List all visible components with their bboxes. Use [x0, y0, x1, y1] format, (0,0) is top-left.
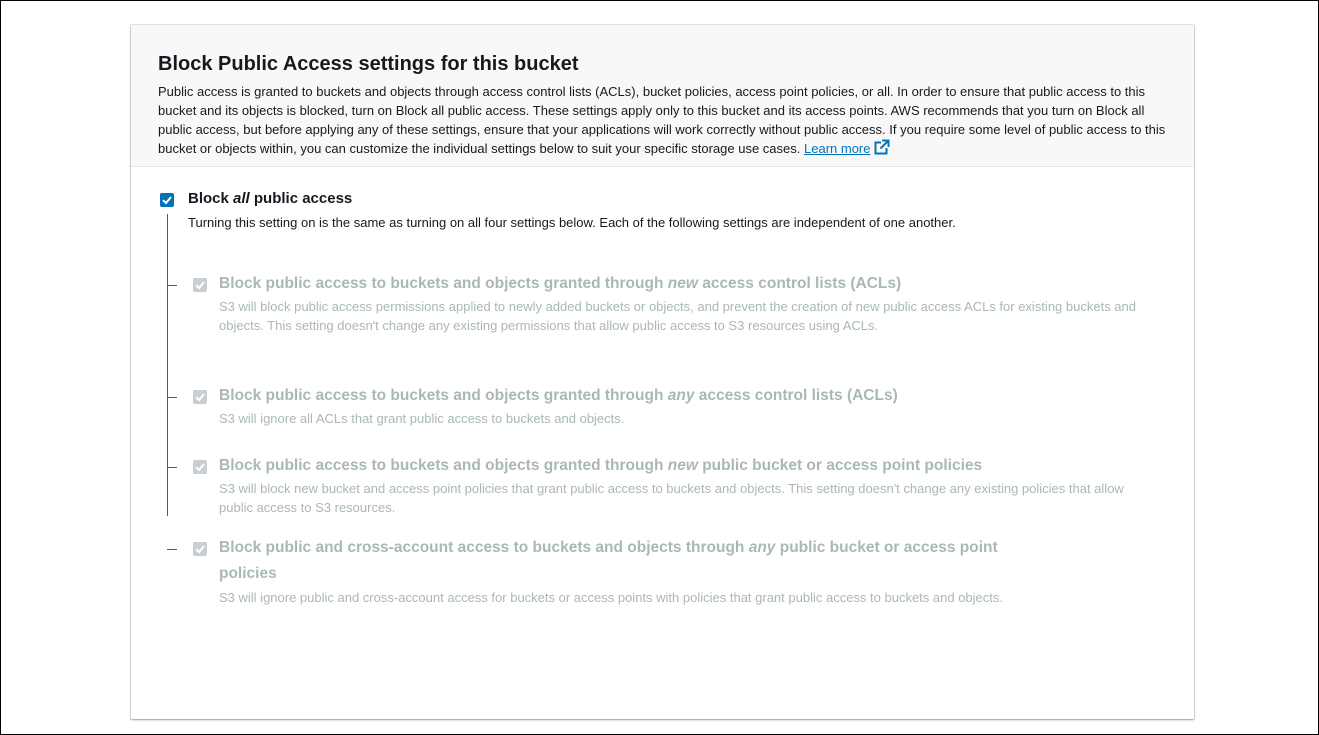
block-all-description: Turning this setting on is the same as t…	[188, 215, 956, 230]
option-new-policies-checkbox	[193, 460, 207, 474]
option-any-policies-checkbox	[193, 542, 207, 556]
option-description: S3 will ignore public and cross-account …	[219, 590, 1004, 605]
option-title: Block public and cross-account access to…	[219, 539, 998, 556]
external-link-icon	[874, 139, 890, 160]
panel-description: Public access is granted to buckets and …	[158, 82, 1167, 160]
option-any-acls-checkbox	[193, 390, 207, 404]
option-title-line2: policies	[219, 565, 277, 582]
tree-connector-line	[167, 214, 168, 516]
description-text: Public access is granted to buckets and …	[158, 84, 1166, 156]
block-public-access-panel: Block Public Access settings for this bu…	[131, 25, 1194, 719]
option-new-acls-checkbox	[193, 278, 207, 292]
page-title: Block Public Access settings for this bu…	[158, 53, 579, 75]
option-description: S3 will block new bucket and access poin…	[219, 481, 1124, 515]
option-title: Block public access to buckets and objec…	[219, 275, 902, 292]
tree-branch	[167, 397, 177, 398]
tree-branch	[167, 467, 177, 468]
option-description: S3 will block public access permissions …	[219, 299, 1136, 333]
option-title: Block public access to buckets and objec…	[219, 387, 898, 404]
option-description: S3 will ignore all ACLs that grant publi…	[219, 411, 625, 426]
tree-branch	[167, 285, 177, 286]
option-title: Block public access to buckets and objec…	[219, 457, 983, 474]
tree-branch	[167, 549, 177, 550]
learn-more-link[interactable]: Learn more	[804, 139, 890, 156]
block-all-checkbox[interactable]	[160, 193, 174, 207]
block-all-label: Block all public access	[188, 190, 353, 207]
panel-header: Block Public Access settings for this bu…	[131, 25, 1194, 167]
